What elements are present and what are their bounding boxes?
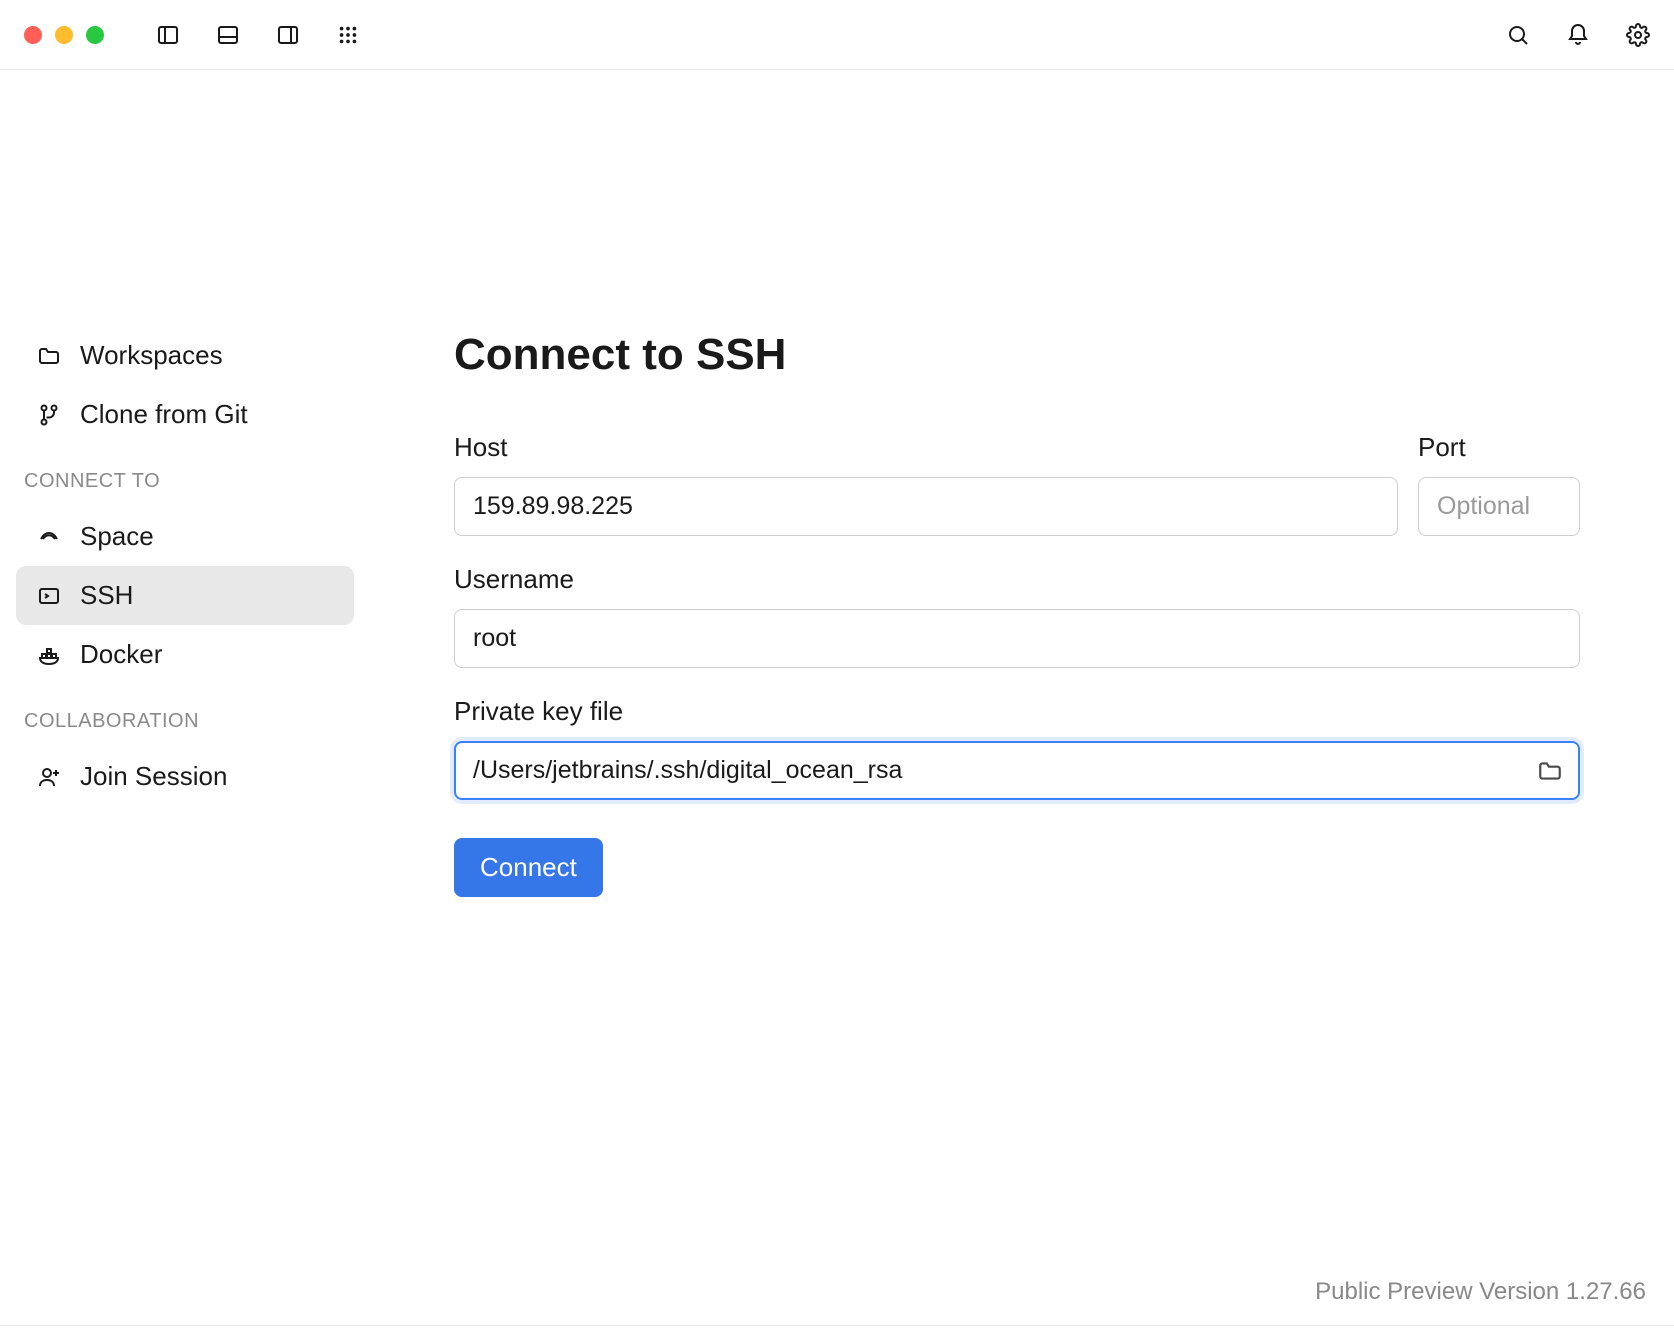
git-branch-icon [36, 402, 62, 428]
panel-left-icon[interactable] [156, 23, 180, 47]
sidebar: Workspaces Clone from Git CONNECT TO Spa… [0, 70, 370, 1334]
sidebar-item-workspaces[interactable]: Workspaces [16, 326, 354, 385]
content: Connect to SSH Host Port Username Privat… [370, 70, 1630, 1334]
sidebar-item-label: Join Session [80, 761, 227, 792]
page-title: Connect to SSH [454, 330, 1580, 380]
username-row: Username [454, 564, 1580, 668]
window-close-icon[interactable] [24, 26, 42, 44]
gear-icon[interactable] [1626, 23, 1650, 47]
port-input[interactable] [1418, 477, 1580, 536]
window-minimize-icon[interactable] [55, 26, 73, 44]
sidebar-item-label: Workspaces [80, 340, 223, 371]
username-field-group: Username [454, 564, 1580, 668]
panel-right-icon[interactable] [276, 23, 300, 47]
docker-icon [36, 642, 62, 668]
main-area: Workspaces Clone from Git CONNECT TO Spa… [0, 70, 1674, 1334]
host-field-group: Host [454, 432, 1398, 536]
host-input[interactable] [454, 477, 1398, 536]
sidebar-item-docker[interactable]: Docker [16, 625, 354, 684]
private-key-input-wrapper [454, 741, 1580, 800]
folder-icon [36, 343, 62, 369]
private-key-field-group: Private key file [454, 696, 1580, 800]
titlebar-left-icons [156, 23, 360, 47]
bell-icon[interactable] [1566, 23, 1590, 47]
sidebar-item-label: SSH [80, 580, 133, 611]
sidebar-item-clone-git[interactable]: Clone from Git [16, 385, 354, 444]
titlebar [0, 0, 1674, 70]
host-port-row: Host Port [454, 432, 1580, 536]
sidebar-section-connect: CONNECT TO [16, 444, 354, 507]
apps-grid-icon[interactable] [336, 23, 360, 47]
port-label: Port [1418, 432, 1580, 463]
sidebar-item-ssh[interactable]: SSH [16, 566, 354, 625]
space-icon [36, 524, 62, 550]
sidebar-item-label: Clone from Git [80, 399, 248, 430]
username-label: Username [454, 564, 1580, 595]
sidebar-item-join-session[interactable]: Join Session [16, 747, 354, 806]
user-plus-icon [36, 764, 62, 790]
titlebar-right-icons [1506, 23, 1650, 47]
terminal-icon [36, 583, 62, 609]
private-key-row: Private key file [454, 696, 1580, 800]
sidebar-item-label: Docker [80, 639, 162, 670]
window-zoom-icon[interactable] [86, 26, 104, 44]
browse-folder-button[interactable] [1536, 757, 1564, 785]
connect-button[interactable]: Connect [454, 838, 603, 897]
sidebar-item-space[interactable]: Space [16, 507, 354, 566]
private-key-label: Private key file [454, 696, 1580, 727]
version-label: Public Preview Version 1.27.66 [1315, 1278, 1646, 1306]
host-label: Host [454, 432, 1398, 463]
private-key-input[interactable] [454, 741, 1580, 800]
username-input[interactable] [454, 609, 1580, 668]
search-icon[interactable] [1506, 23, 1530, 47]
panel-bottom-icon[interactable] [216, 23, 240, 47]
window-controls [24, 26, 104, 44]
sidebar-section-collaboration: COLLABORATION [16, 684, 354, 747]
folder-icon [1537, 758, 1563, 784]
port-field-group: Port [1418, 432, 1580, 536]
sidebar-item-label: Space [80, 521, 154, 552]
footer-rule [0, 1325, 1674, 1327]
